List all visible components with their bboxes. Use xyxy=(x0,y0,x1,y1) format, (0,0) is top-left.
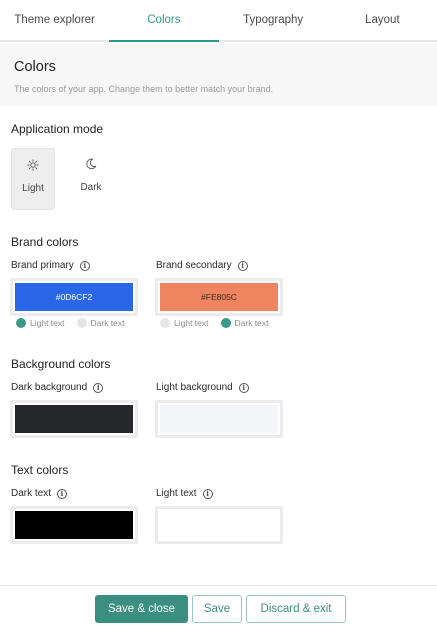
info-icon[interactable]: i xyxy=(202,488,213,499)
radio-label: Light text xyxy=(30,318,65,328)
dark-mode-button[interactable]: Dark xyxy=(69,148,113,210)
radio-dot xyxy=(160,318,170,328)
secondary-light-text-radio[interactable]: Light text xyxy=(160,318,209,328)
light-background-swatch[interactable] xyxy=(155,400,283,438)
dark-text-color xyxy=(15,511,133,539)
brand-primary-label: Brand primary i xyxy=(11,260,90,271)
info-icon[interactable]: i xyxy=(237,260,248,271)
dark-mode-label: Dark xyxy=(80,182,102,193)
light-mode-button[interactable]: Light xyxy=(11,148,55,210)
light-mode-label: Light xyxy=(22,183,44,194)
secondary-dark-text-radio[interactable]: Dark text xyxy=(220,318,269,328)
radio-dot xyxy=(76,318,87,328)
brand-secondary-hex: #FE805C xyxy=(201,292,237,302)
primary-light-text-radio[interactable]: Light text xyxy=(16,318,65,328)
light-text-swatch[interactable] xyxy=(155,506,283,544)
light-text-label-text: Light text xyxy=(156,488,197,499)
primary-dark-text-radio[interactable]: Dark text xyxy=(76,318,125,328)
radio-dot xyxy=(220,318,231,328)
brand-primary-swatch[interactable]: #0D6CF2 xyxy=(10,278,138,316)
brand-colors-heading: Brand colors xyxy=(11,235,79,249)
tab-typography[interactable]: Typography xyxy=(219,0,328,40)
tab-layout[interactable]: Layout xyxy=(328,0,437,40)
info-icon[interactable]: i xyxy=(93,382,104,393)
sun-icon xyxy=(27,159,39,171)
radio-label: Dark text xyxy=(234,318,269,328)
tab-label: Colors xyxy=(147,14,181,26)
footer-bar: Save & close Save Discard & exit xyxy=(0,585,437,630)
radio-label: Light text xyxy=(174,318,209,328)
dark-background-color xyxy=(15,405,133,433)
brand-secondary-label: Brand secondary i xyxy=(156,260,248,271)
dark-text-label: Dark text i xyxy=(11,488,68,499)
page-header: Colors The colors of your app. Change th… xyxy=(0,44,437,106)
dark-background-label-text: Dark background xyxy=(11,382,88,393)
tab-theme-explorer[interactable]: Theme explorer xyxy=(0,0,109,40)
brand-secondary-color: #FE805C xyxy=(160,283,278,311)
save-and-close-button[interactable]: Save & close xyxy=(95,595,188,623)
light-text-label: Light text i xyxy=(156,488,213,499)
page-subtitle: The colors of your app. Change them to b… xyxy=(14,84,274,94)
info-icon[interactable]: i xyxy=(79,260,90,271)
tab-bar: Theme explorer Colors Typography Layout xyxy=(0,0,437,42)
page-title: Colors xyxy=(14,59,56,75)
discard-and-exit-button[interactable]: Discard & exit xyxy=(246,595,346,623)
moon-icon xyxy=(85,158,97,170)
brand-secondary-label-text: Brand secondary xyxy=(156,260,232,271)
text-colors-heading: Text colors xyxy=(11,463,69,477)
radio-label: Dark text xyxy=(90,318,125,328)
light-background-label-text: Light background xyxy=(156,382,233,393)
dark-text-swatch[interactable] xyxy=(10,506,138,544)
tab-label: Typography xyxy=(243,14,304,26)
brand-primary-text-mode: Light text Dark text xyxy=(16,318,125,328)
tab-label: Theme explorer xyxy=(14,14,95,26)
application-mode-heading: Application mode xyxy=(11,122,104,136)
light-background-label: Light background i xyxy=(156,382,249,393)
save-button[interactable]: Save xyxy=(192,595,242,623)
light-background-color xyxy=(160,405,278,433)
info-icon[interactable]: i xyxy=(238,382,249,393)
light-text-color xyxy=(160,511,278,539)
dark-background-swatch[interactable] xyxy=(10,400,138,438)
info-icon[interactable]: i xyxy=(57,488,68,499)
brand-primary-label-text: Brand primary xyxy=(11,260,74,271)
brand-primary-hex: #0D6CF2 xyxy=(55,292,93,302)
dark-background-label: Dark background i xyxy=(11,382,104,393)
dark-text-label-text: Dark text xyxy=(11,488,52,499)
tab-label: Layout xyxy=(365,14,400,26)
tab-colors[interactable]: Colors xyxy=(109,0,219,42)
brand-primary-color: #0D6CF2 xyxy=(15,283,133,311)
brand-secondary-swatch[interactable]: #FE805C xyxy=(155,278,283,316)
background-colors-heading: Background colors xyxy=(11,357,111,371)
brand-secondary-text-mode: Light text Dark text xyxy=(160,318,269,328)
radio-dot xyxy=(16,318,26,328)
